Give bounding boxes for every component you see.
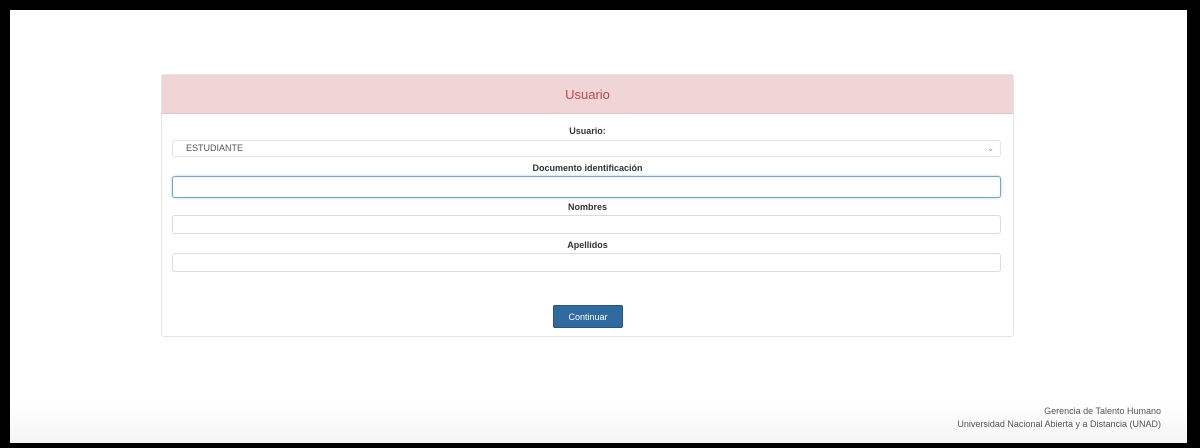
card-title: Usuario	[565, 86, 610, 102]
usuario-select-value: ESTUDIANTE	[186, 143, 244, 153]
documento-input[interactable]	[172, 176, 1001, 198]
card-header: Usuario	[162, 75, 1013, 114]
usuario-card: Usuario Usuario: ESTUDIANTE ⌄ Documento …	[161, 74, 1014, 337]
nombres-input[interactable]	[172, 215, 1001, 234]
apellidos-input[interactable]	[172, 253, 1001, 272]
documento-label: Documento identificación	[532, 163, 643, 173]
usuario-label: Usuario:	[569, 126, 606, 136]
chevron-down-icon: ⌄	[987, 144, 994, 153]
apellidos-label: Apellidos	[567, 240, 608, 250]
continue-button[interactable]: Continuar	[553, 305, 623, 328]
footer-department: Gerencia de Talento Humano	[1044, 406, 1161, 416]
footer-university: Universidad Nacional Abierta y a Distanc…	[957, 419, 1161, 429]
nombres-label: Nombres	[567, 202, 607, 212]
usuario-select[interactable]: ESTUDIANTE ⌄	[172, 140, 1001, 157]
page: Usuario Usuario: ESTUDIANTE ⌄ Documento …	[10, 10, 1187, 443]
